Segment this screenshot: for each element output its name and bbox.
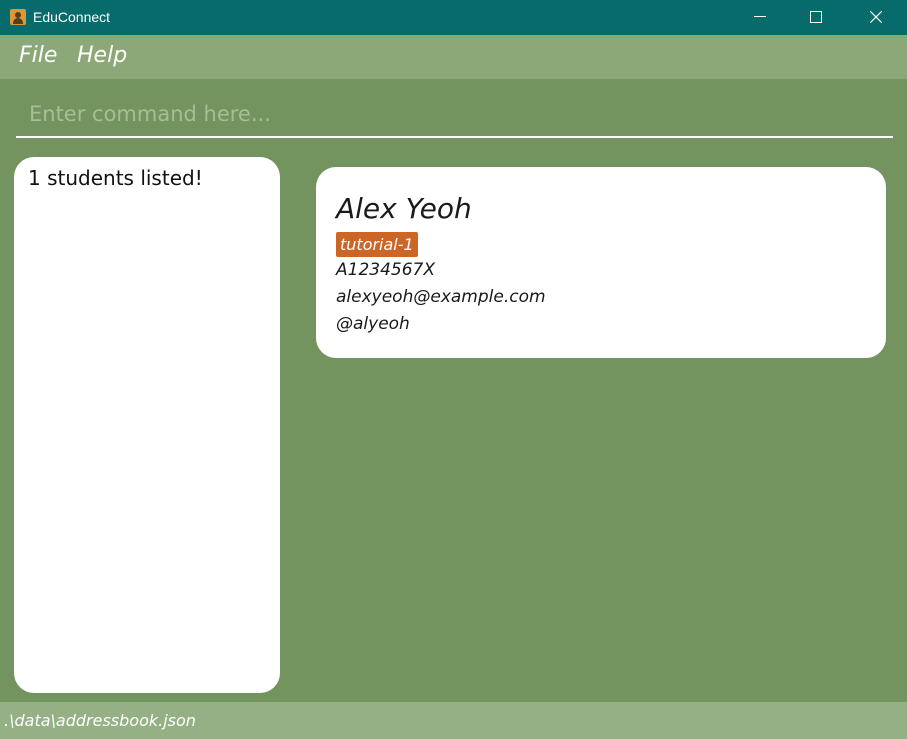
- minimize-icon: [754, 16, 766, 17]
- menu-file[interactable]: File: [19, 43, 57, 68]
- window-title: EduConnect: [33, 9, 111, 25]
- app-icon: [10, 9, 26, 25]
- status-bar: .\data\addressbook.json: [0, 702, 907, 739]
- menu-bar: File Help: [0, 35, 907, 79]
- title-bar: EduConnect: [0, 0, 907, 35]
- close-button[interactable]: [853, 0, 899, 35]
- minimize-button[interactable]: [737, 0, 783, 35]
- command-input[interactable]: [16, 92, 893, 138]
- person-name: Alex Yeoh: [336, 192, 472, 225]
- save-location: .\data\addressbook.json: [4, 711, 196, 730]
- close-icon: [870, 11, 882, 23]
- person-card[interactable]: Alex Yeoh tutorial-1 A1234567X alexyeoh@…: [316, 167, 886, 358]
- result-display: 1 students listed!: [14, 157, 280, 693]
- student-id: A1234567X: [336, 260, 435, 280]
- maximize-icon: [810, 11, 822, 23]
- menu-help[interactable]: Help: [77, 43, 127, 68]
- telegram-handle: @alyeoh: [336, 314, 410, 334]
- email-field: alexyeoh@example.com: [336, 287, 546, 307]
- result-message: 1 students listed!: [28, 166, 203, 190]
- tag-badge: tutorial-1: [336, 232, 418, 257]
- maximize-button[interactable]: [793, 0, 839, 35]
